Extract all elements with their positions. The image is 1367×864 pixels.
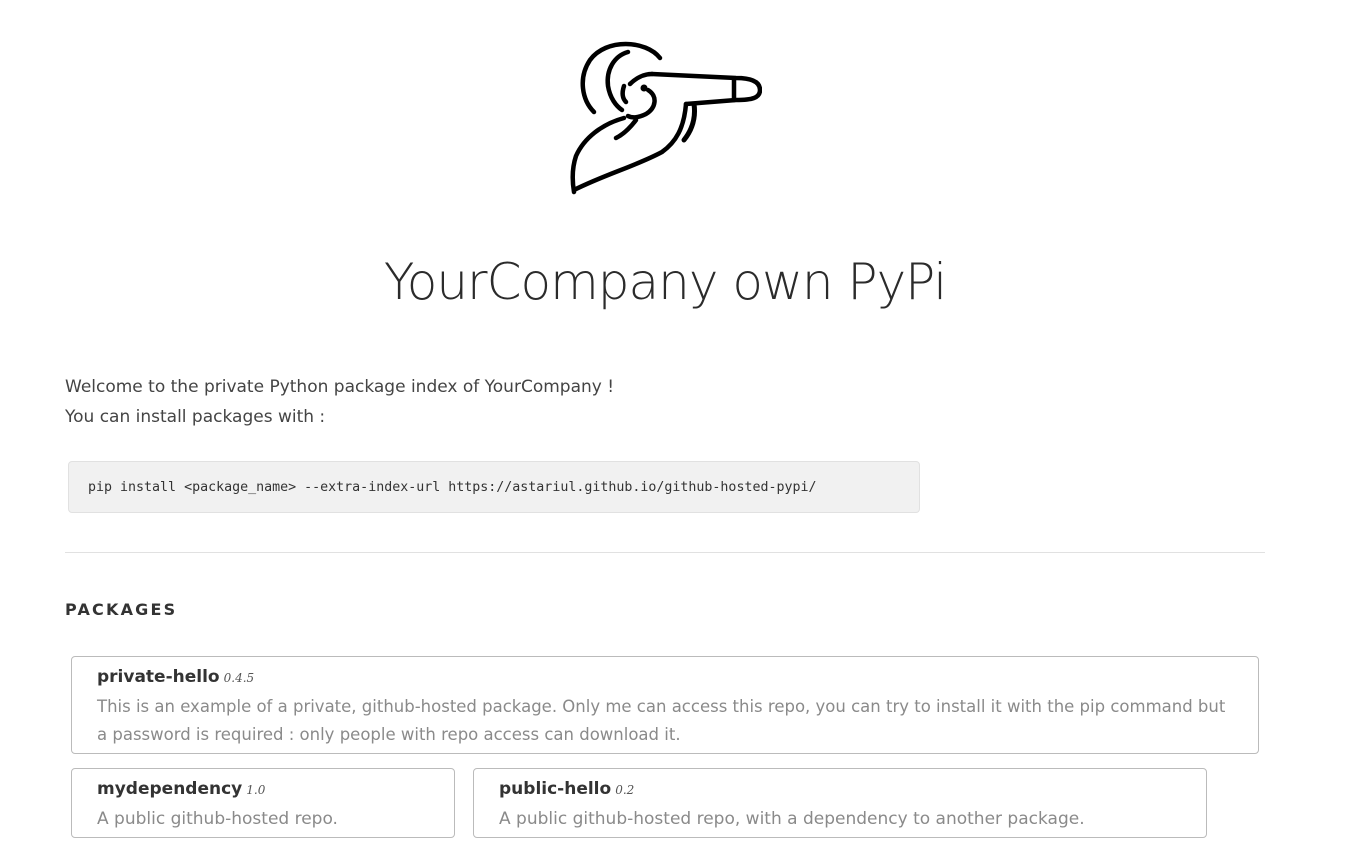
package-description: A public github-hosted repo, with a depe… (499, 809, 1085, 829)
package-name[interactable]: public-hello (499, 779, 611, 799)
package-version: 0.2 (615, 783, 635, 797)
intro-install-line: You can install packages with : (65, 407, 326, 427)
page-title: YourCompany own PyPi (383, 253, 947, 311)
package-header: mydependency 1.0 (97, 777, 429, 802)
package-name[interactable]: private-hello (97, 667, 220, 687)
install-command[interactable]: pip install <package_name> --extra-index… (88, 480, 817, 495)
package-card-private-hello[interactable]: private-hello 0.4.5 This is an example of… (71, 656, 1259, 754)
package-card-mydependency[interactable]: mydependency 1.0 A public github-hosted r… (71, 768, 455, 838)
packages-heading: PACKAGES (65, 600, 178, 619)
logo (566, 38, 763, 198)
package-version: 1.0 (246, 783, 266, 797)
intro-text: Welcome to the private Python package in… (65, 372, 614, 432)
package-description: A public github-hosted repo. (97, 809, 338, 829)
package-header: public-hello 0.2 (499, 777, 1181, 802)
package-version: 0.4.5 (223, 671, 255, 685)
intro-welcome-line: Welcome to the private Python package in… (65, 377, 615, 397)
package-header: private-hello 0.4.5 (97, 665, 1233, 690)
spyglass-man-icon (570, 41, 763, 195)
package-name[interactable]: mydependency (97, 779, 242, 799)
package-description: This is an example of a private, github-… (97, 697, 1226, 744)
divider (65, 552, 1265, 553)
package-card-public-hello[interactable]: public-hello 0.2 A public github-hosted r… (473, 768, 1207, 838)
install-command-block[interactable]: pip install <package_name> --extra-index… (68, 461, 920, 513)
